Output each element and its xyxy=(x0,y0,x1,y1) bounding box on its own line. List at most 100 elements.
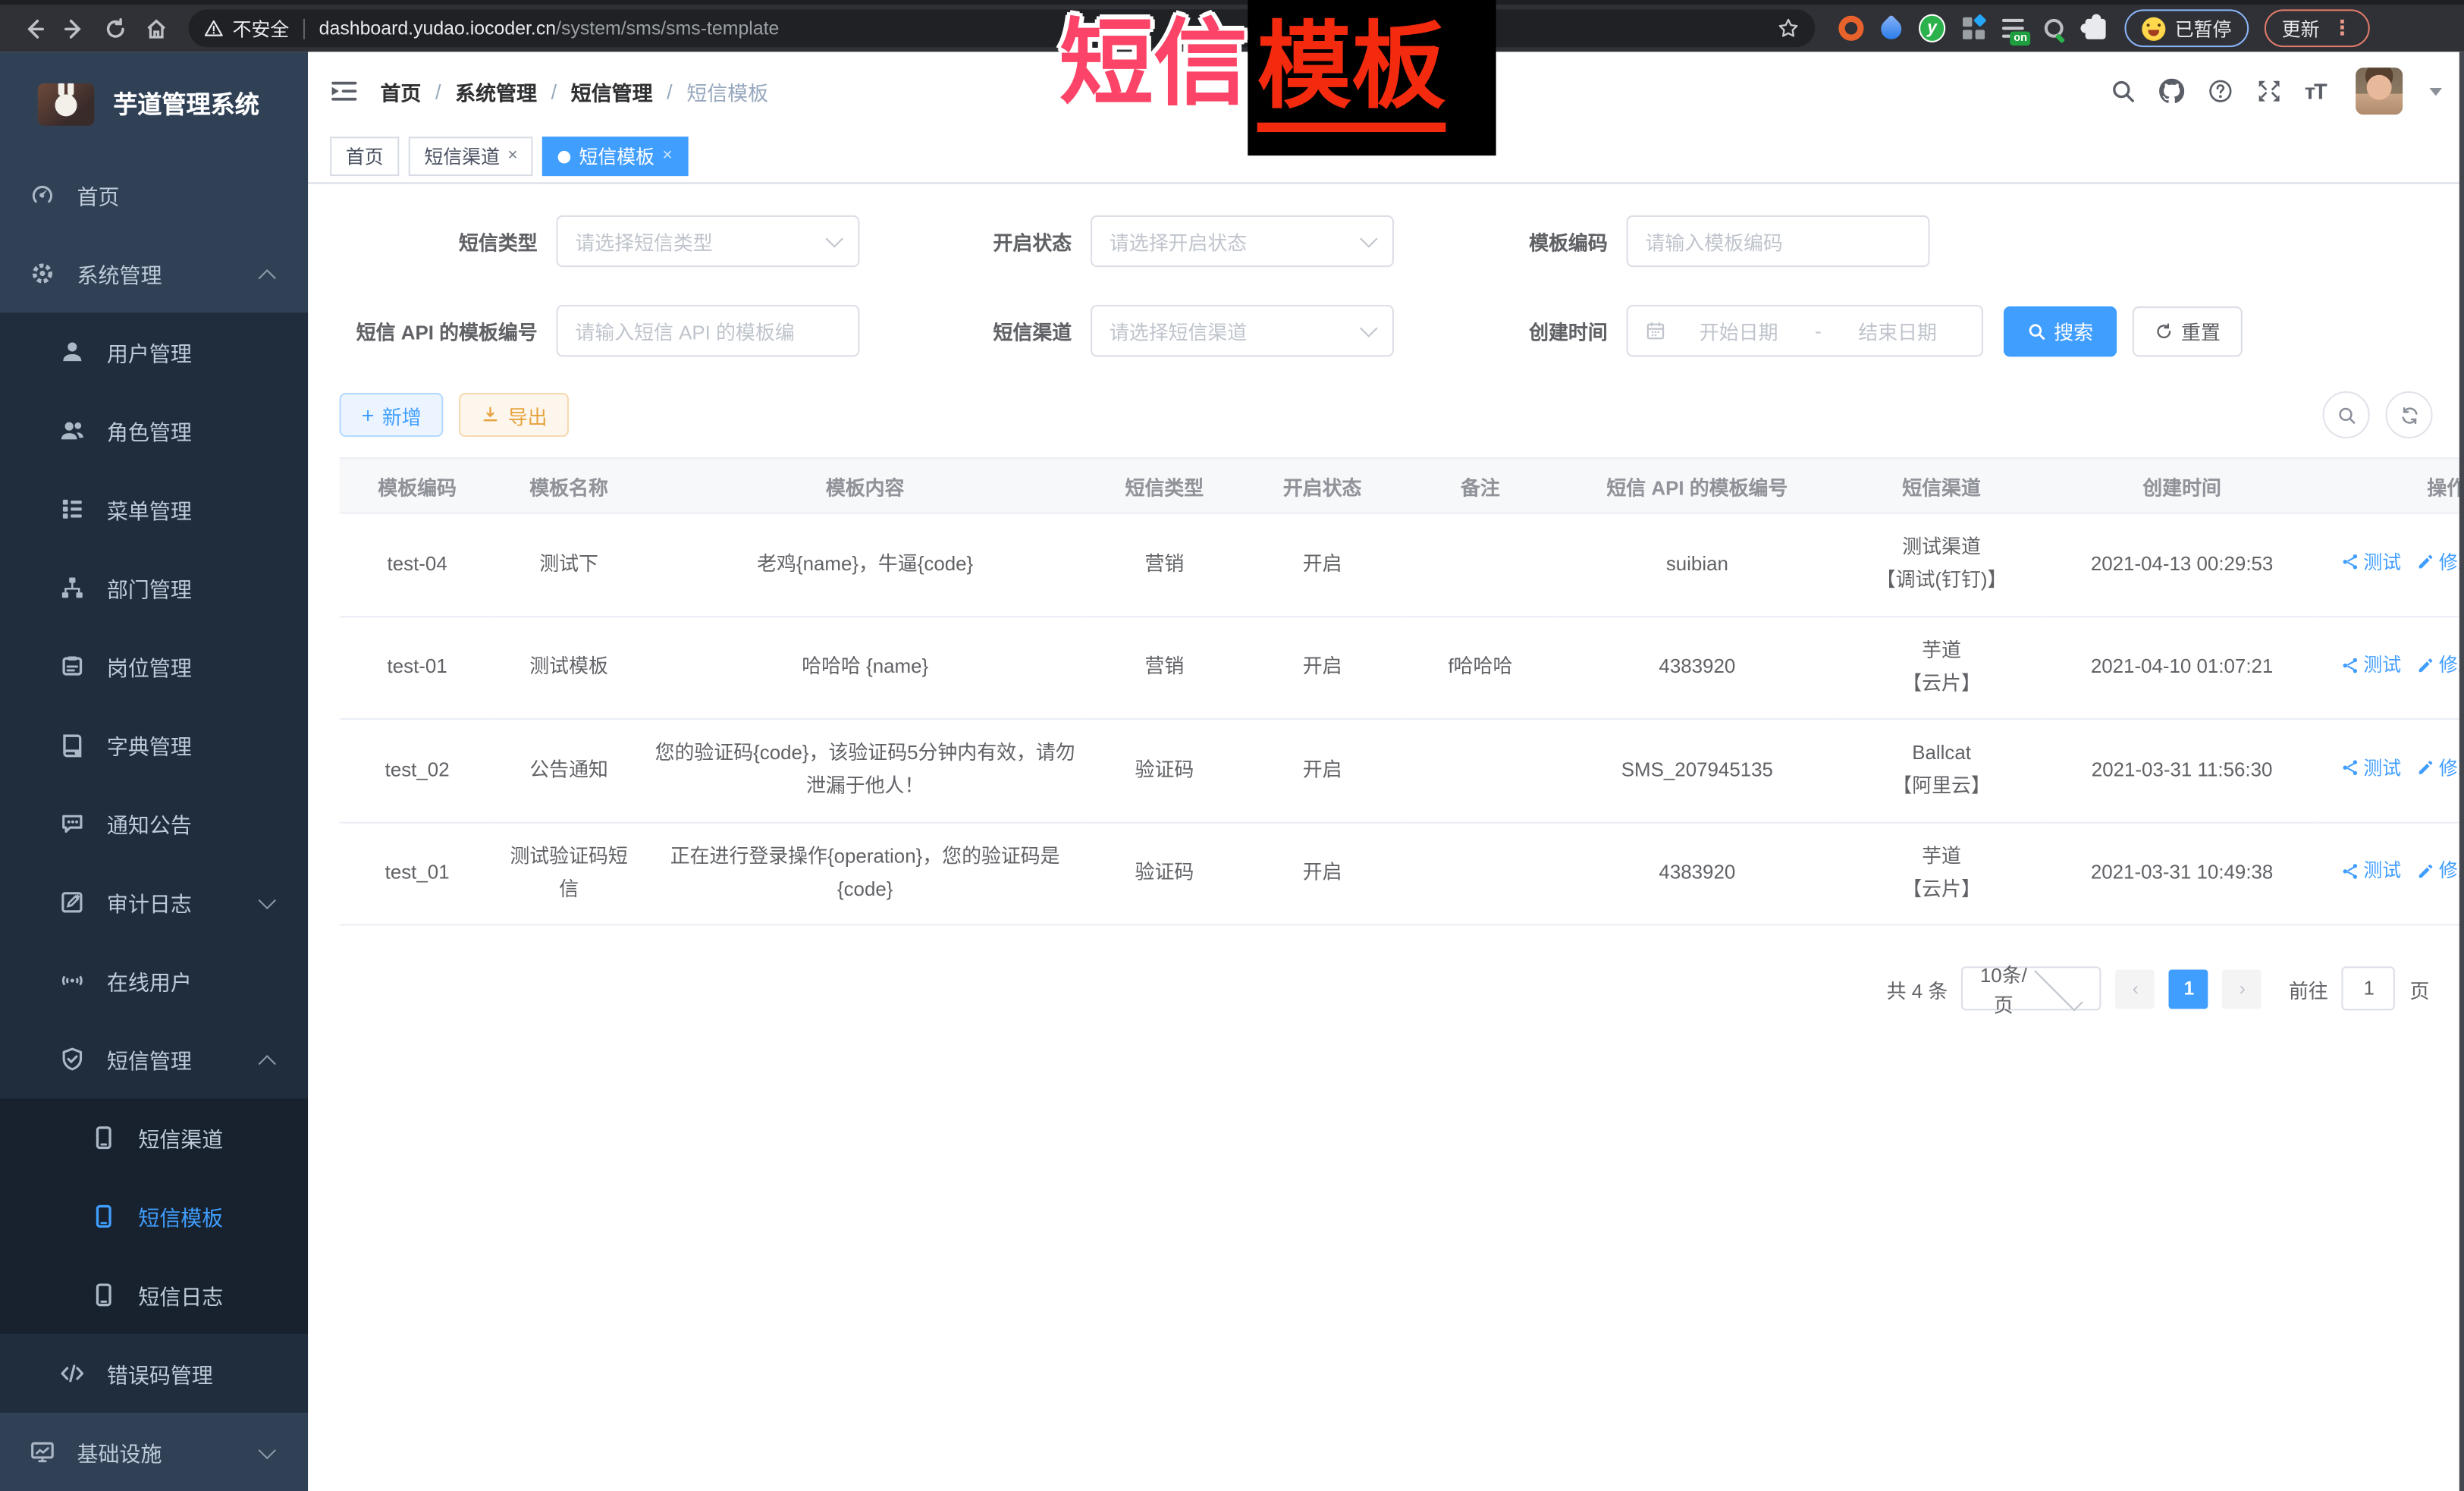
help-icon[interactable] xyxy=(2207,79,2232,104)
sidebar-item-通知公告[interactable]: 通知公告 xyxy=(0,784,308,863)
cell-template-code: test-04 xyxy=(340,513,495,617)
search-button-label: 搜索 xyxy=(2054,315,2093,345)
sidebar-toggle-icon[interactable] xyxy=(330,79,358,104)
edit-link[interactable]: 修改 xyxy=(2417,855,2464,887)
font-size-icon[interactable]: тT xyxy=(2305,79,2326,104)
sidebar-item-短信渠道[interactable]: 短信渠道 xyxy=(0,1098,308,1177)
reset-button[interactable]: 重置 xyxy=(2133,306,2243,356)
cell-open-status: 开启 xyxy=(1241,513,1403,617)
grid-extension-icon[interactable] xyxy=(1960,15,1986,42)
template-code-input[interactable]: 请输入模板编码 xyxy=(1627,215,1930,267)
sidebar-item-菜单管理[interactable]: 菜单管理 xyxy=(0,470,308,549)
reload-icon[interactable] xyxy=(94,8,135,49)
sidebar-item-label: 部门管理 xyxy=(107,572,192,603)
sidebar-item-用户管理[interactable]: 用户管理 xyxy=(0,312,308,391)
sidebar-item-label: 菜单管理 xyxy=(107,494,192,525)
tab-短信渠道[interactable]: 短信渠道 × xyxy=(409,137,534,176)
cell-sms-channel: 测试渠道【调试(钉钉)】 xyxy=(1837,513,2046,617)
url-path: /system/sms/sms-template xyxy=(556,17,779,39)
app-logo[interactable]: 芋道管理系统 xyxy=(0,52,308,155)
test-link[interactable]: 测试 xyxy=(2341,649,2401,681)
user-avatar[interactable] xyxy=(2356,67,2403,115)
sidebar-item-label: 基础设施 xyxy=(77,1436,162,1467)
puzzle-extension-icon[interactable] xyxy=(2083,15,2109,42)
browser-update-button[interactable]: 更新 ⋮ xyxy=(2265,9,2370,47)
bookmark-star-icon[interactable] xyxy=(1778,17,1800,39)
refresh-table-button[interactable] xyxy=(2385,391,2432,438)
table-toolbar: + 新增 导出 xyxy=(340,391,2436,438)
fullscreen-icon[interactable] xyxy=(2256,79,2281,104)
cell-template-content: 您的验证码{code}，该验证码5分钟内有效，请勿泄漏于他人！ xyxy=(642,719,1087,822)
caret-down-icon[interactable] xyxy=(2429,87,2442,95)
sidebar-item-角色管理[interactable]: 角色管理 xyxy=(0,391,308,470)
search-button[interactable]: 搜索 xyxy=(2004,306,2117,356)
sidebar-item-首页[interactable]: 首页 xyxy=(0,155,308,234)
sidebar-item-在线用户[interactable]: 在线用户 xyxy=(0,941,308,1020)
sidebar-item-短信日志[interactable]: 短信日志 xyxy=(0,1256,308,1335)
breadcrumb-item[interactable]: 系统管理 xyxy=(455,76,537,105)
forward-icon[interactable] xyxy=(53,8,94,49)
create-time-range-picker[interactable]: 开始日期 - 结束日期 xyxy=(1627,305,1983,356)
filter-label: 短信类型 xyxy=(340,226,557,256)
edit-icon xyxy=(2417,863,2434,880)
green-y-extension-icon[interactable]: y xyxy=(1919,15,1945,42)
list-extension-icon[interactable]: on xyxy=(2001,15,2027,42)
cell-open-status: 开启 xyxy=(1241,719,1403,822)
sidebar-item-错误码管理[interactable]: 错误码管理 xyxy=(0,1334,308,1413)
chevron-down-icon xyxy=(1360,319,1377,337)
table-row: test-01测试模板哈哈哈 {name}营销开启f哈哈哈4383920芋道【云… xyxy=(340,616,2464,719)
edit-link[interactable]: 修改 xyxy=(2417,752,2464,784)
profile-paused-badge[interactable]: 已暂停 xyxy=(2124,9,2249,47)
tab-label: 短信模板 xyxy=(579,143,654,170)
test-link[interactable]: 测试 xyxy=(2341,547,2401,579)
kebab-menu-icon[interactable]: ⋮ xyxy=(2332,16,2353,41)
github-icon[interactable] xyxy=(2158,79,2183,104)
edit-link[interactable]: 修改 xyxy=(2417,649,2464,681)
edit-link[interactable]: 修改 xyxy=(2417,547,2464,579)
address-bar[interactable]: 不安全 dashboard.yudao.iocoder.cn/system/sm… xyxy=(189,9,1816,47)
sidebar-item-基础设施[interactable]: 基础设施 xyxy=(0,1413,308,1491)
tab-首页[interactable]: 首页 xyxy=(330,137,399,176)
add-button[interactable]: + 新增 xyxy=(340,393,444,437)
page-number-button[interactable]: 1 xyxy=(2169,968,2208,1008)
chevron-down-icon xyxy=(826,230,843,247)
close-icon[interactable]: × xyxy=(507,148,517,165)
home-icon[interactable] xyxy=(135,8,176,49)
close-icon[interactable]: × xyxy=(662,148,672,165)
message-icon xyxy=(60,811,85,836)
sidebar-item-短信管理[interactable]: 短信管理 xyxy=(0,1020,308,1099)
export-button[interactable]: 导出 xyxy=(459,393,569,437)
sidebar-item-字典管理[interactable]: 字典管理 xyxy=(0,705,308,784)
orange-ring-extension-icon[interactable] xyxy=(1837,15,1863,42)
page-size-select[interactable]: 10条/页 xyxy=(1962,966,2101,1010)
test-link[interactable]: 测试 xyxy=(2341,855,2401,887)
sidebar-item-部门管理[interactable]: 部门管理 xyxy=(0,548,308,627)
prev-page-button[interactable]: ‹ xyxy=(2116,968,2155,1008)
sidebar-item-岗位管理[interactable]: 岗位管理 xyxy=(0,627,308,706)
sms-type-select[interactable]: 请选择短信类型 xyxy=(557,215,860,267)
tab-label: 短信渠道 xyxy=(424,143,499,170)
api-template-id-input[interactable]: 请输入短信 API 的模板编 xyxy=(557,305,860,356)
toggle-search-button[interactable] xyxy=(2323,391,2370,438)
blue-pin-extension-icon[interactable] xyxy=(1878,15,1904,42)
header-search-icon[interactable] xyxy=(2110,79,2135,104)
sidebar-item-短信模板[interactable]: 短信模板 xyxy=(0,1177,308,1256)
next-page-button[interactable]: › xyxy=(2223,968,2262,1008)
cell-template-name: 测试下 xyxy=(495,513,643,617)
sidebar-item-系统管理[interactable]: 系统管理 xyxy=(0,234,308,313)
sidebar-item-审计日志[interactable]: 审计日志 xyxy=(0,863,308,942)
open-status-select[interactable]: 请选择开启状态 xyxy=(1091,215,1394,267)
test-link[interactable]: 测试 xyxy=(2341,752,2401,784)
sms-channel-select[interactable]: 请选择短信渠道 xyxy=(1091,305,1394,356)
search-extension-icon[interactable] xyxy=(2042,15,2068,42)
sidebar-item-label: 用户管理 xyxy=(107,336,192,367)
cell-api-template-id: SMS_207945135 xyxy=(1557,719,1837,822)
security-label[interactable]: 不安全 xyxy=(233,15,290,42)
tab-短信模板[interactable]: 短信模板 × xyxy=(543,137,689,176)
breadcrumb-item[interactable]: 短信管理 xyxy=(571,76,653,105)
breadcrumb-item[interactable]: 首页 xyxy=(380,76,421,105)
back-icon[interactable] xyxy=(13,8,54,49)
goto-page-input[interactable]: 1 xyxy=(2342,966,2395,1010)
start-date-placeholder[interactable]: 开始日期 xyxy=(1672,315,1806,345)
end-date-placeholder[interactable]: 结束日期 xyxy=(1831,315,1964,345)
